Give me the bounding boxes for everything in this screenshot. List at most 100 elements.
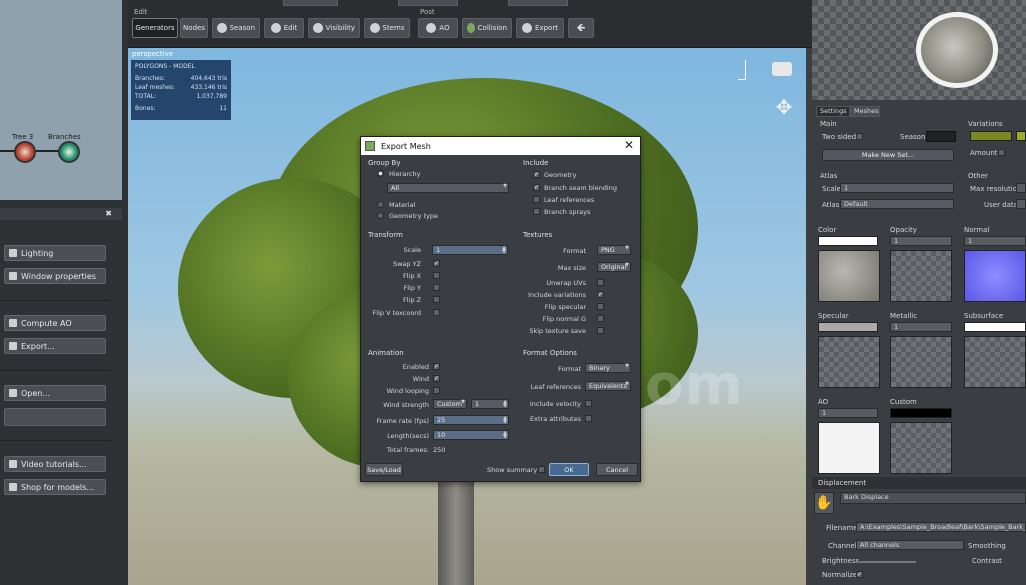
back-arrow-button[interactable]: 🡸: [568, 18, 594, 38]
normal-map-thumbnail[interactable]: [964, 250, 1026, 302]
filename-input[interactable]: A:\Examples\Sample_Broadleaf\Bark\Sample…: [856, 522, 1026, 532]
wind-looping-checkbox[interactable]: [433, 387, 440, 394]
cancel-button[interactable]: Cancel: [596, 463, 638, 476]
show-summary-checkbox[interactable]: [538, 466, 545, 473]
custom-swatch[interactable]: [890, 408, 952, 418]
channel-select[interactable]: All channels: [856, 540, 964, 550]
metallic-value-input[interactable]: 1: [890, 322, 952, 332]
max-resolution-input[interactable]: [1016, 183, 1026, 193]
branches-node-icon[interactable]: [58, 141, 80, 163]
frame-rate-input[interactable]: 25 ▲ ▼: [433, 415, 509, 425]
lighting-button[interactable]: Lighting: [4, 245, 106, 261]
navigation-gizmo-icon[interactable]: ✥: [773, 96, 795, 118]
tab-settings[interactable]: Settings: [816, 106, 850, 117]
collision-button[interactable]: Collision: [462, 18, 512, 38]
ao-button[interactable]: AO: [418, 18, 458, 38]
geometry-type-radio[interactable]: [377, 212, 384, 219]
geometry-checkbox[interactable]: ✓: [533, 171, 540, 178]
left-export-button[interactable]: Export...: [4, 338, 106, 354]
material-radio[interactable]: [377, 201, 384, 208]
specular-map-thumbnail[interactable]: [818, 336, 880, 388]
camera-icon[interactable]: [772, 62, 792, 76]
empty-slot-button[interactable]: [4, 408, 106, 426]
export-button[interactable]: Export: [516, 18, 564, 38]
make-new-set-button[interactable]: Make New Set...: [822, 149, 954, 161]
flip-specular-checkbox[interactable]: [597, 303, 604, 310]
wind-checkbox[interactable]: ✓: [433, 375, 440, 382]
node-graph[interactable]: Tree 3 Branches: [0, 0, 122, 200]
subsurface-swatch[interactable]: [964, 322, 1026, 332]
hierarchy-select[interactable]: All ▼: [387, 183, 509, 193]
two-sided-checkbox[interactable]: [856, 133, 863, 140]
opacity-map-thumbnail[interactable]: [890, 250, 952, 302]
nodes-button[interactable]: Nodes: [180, 18, 208, 38]
mesh-format-select[interactable]: Binary ▼: [585, 363, 631, 373]
flip-x-checkbox[interactable]: [433, 272, 440, 279]
brightness-slider[interactable]: [856, 561, 916, 563]
tab-meshes[interactable]: Meshes: [850, 106, 880, 117]
panel-close-icon[interactable]: ✖: [105, 209, 112, 218]
wind-strength-mode-select[interactable]: Custom ▼: [433, 399, 467, 409]
hierarchy-radio[interactable]: [377, 170, 384, 177]
animation-enabled-checkbox[interactable]: ✓: [433, 363, 440, 370]
subsurface-map-thumbnail[interactable]: [964, 336, 1026, 388]
atlas-scale-input[interactable]: 1: [840, 183, 954, 193]
tree-node-icon[interactable]: [14, 141, 36, 163]
toolbar-tab-stub[interactable]: [508, 0, 568, 6]
format-leaf-references-select[interactable]: Equivalents ▼: [585, 381, 631, 391]
unwrap-uvs-checkbox[interactable]: [597, 279, 604, 286]
specular-swatch[interactable]: [818, 322, 878, 332]
leaf-references-checkbox[interactable]: [533, 196, 540, 203]
save-load-button[interactable]: Save/Load: [365, 463, 403, 476]
generators-button[interactable]: Generators: [132, 18, 178, 38]
ao-value-input[interactable]: 1: [818, 408, 878, 418]
extra-attributes-checkbox[interactable]: [585, 415, 592, 422]
window-properties-button[interactable]: Window properties: [4, 268, 106, 284]
metallic-map-thumbnail[interactable]: [890, 336, 952, 388]
compute-ao-button[interactable]: Compute AO: [4, 315, 106, 331]
include-variations-checkbox[interactable]: ✓: [597, 291, 604, 298]
normal-value-input[interactable]: 1: [964, 236, 1026, 246]
season-button[interactable]: Season: [212, 18, 260, 38]
color-swatch[interactable]: [818, 236, 878, 246]
swap-yz-checkbox[interactable]: ✓: [433, 260, 440, 267]
hand-tool-icon[interactable]: ✋: [814, 492, 834, 514]
length-input[interactable]: 10 ▲ ▼: [433, 430, 509, 440]
max-size-select[interactable]: Original ▼: [597, 262, 631, 272]
ok-button[interactable]: OK: [549, 463, 589, 476]
opacity-value-input[interactable]: 1: [890, 236, 952, 246]
flip-normal-g-checkbox[interactable]: [597, 315, 604, 322]
toolbar-tab-stub[interactable]: [283, 0, 338, 6]
wind-strength-input[interactable]: 1 ▲ ▼: [471, 399, 509, 409]
flip-z-checkbox[interactable]: [433, 296, 440, 303]
flip-v-texcoord-checkbox[interactable]: [433, 309, 440, 316]
amount-checkbox[interactable]: [998, 149, 1005, 156]
video-tutorials-button[interactable]: Video tutorials...: [4, 456, 106, 472]
include-velocity-checkbox[interactable]: [585, 400, 592, 407]
open-button[interactable]: Open...: [4, 385, 106, 401]
atlas-select[interactable]: Default: [840, 199, 954, 209]
stems-button[interactable]: Stems: [364, 18, 410, 38]
displacement-header[interactable]: Displacement: [812, 477, 1026, 489]
edit-button[interactable]: Edit: [264, 18, 304, 38]
displacement-name-field[interactable]: Bark Displace: [840, 492, 1026, 504]
ao-map-thumbnail[interactable]: [818, 422, 880, 474]
visibility-button[interactable]: Visibility: [308, 18, 360, 38]
toolbar-tab-stub[interactable]: [398, 0, 458, 6]
variation-swatch[interactable]: [970, 131, 1012, 141]
variation-swatch[interactable]: [1016, 131, 1026, 141]
close-icon[interactable]: ✕: [624, 138, 634, 152]
branch-seam-blending-checkbox[interactable]: ✓: [533, 184, 540, 191]
material-preview[interactable]: [812, 0, 1026, 100]
custom-map-thumbnail[interactable]: [890, 422, 952, 474]
texture-format-select[interactable]: PNG ▼: [597, 245, 631, 255]
season-swatch[interactable]: [926, 131, 956, 142]
user-data-input[interactable]: [1016, 199, 1026, 209]
scale-input[interactable]: 1 ▲ ▼: [432, 245, 508, 255]
color-map-thumbnail[interactable]: [818, 250, 880, 302]
normalize-checkbox[interactable]: ✓: [856, 571, 863, 578]
branch-sprays-checkbox[interactable]: [533, 208, 540, 215]
flip-y-checkbox[interactable]: [433, 284, 440, 291]
skip-texture-save-checkbox[interactable]: [597, 327, 604, 334]
shop-models-button[interactable]: Shop for models...: [4, 479, 106, 495]
